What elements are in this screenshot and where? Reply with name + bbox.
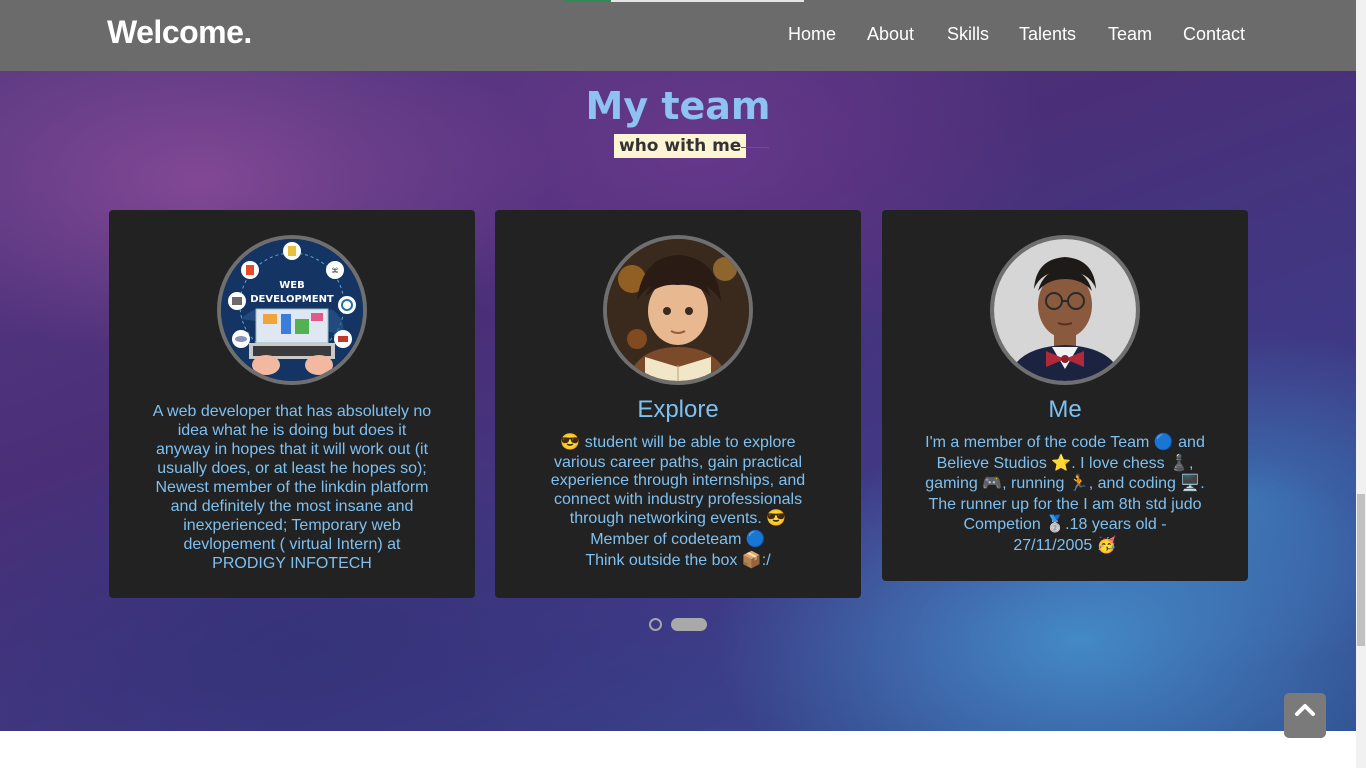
- page-scrollbar[interactable]: [1356, 0, 1366, 768]
- card-line: experience through internships, and: [550, 472, 806, 490]
- card-line: The runner up for the I am 8th std judo: [928, 495, 1202, 513]
- card-line: Member of codeteam 🔵: [590, 530, 766, 548]
- card-line: various career paths, gain practical: [553, 453, 803, 471]
- svg-text:WEB: WEB: [279, 280, 304, 291]
- card-line: through networking events. 😎: [569, 510, 787, 528]
- nav-link-contact[interactable]: Contact: [1183, 24, 1245, 45]
- card-line: Believe Studios ⭐. I love chess ♟️,: [936, 454, 1194, 472]
- card-line: idea what he is doing but does it: [177, 422, 407, 439]
- card-line: Newest member of the linkdin platform: [155, 479, 429, 496]
- carousel-dot-2-active[interactable]: [671, 618, 707, 631]
- scroll-progress-track: [611, 0, 804, 2]
- person-portrait: [994, 239, 1136, 381]
- svg-text:DEVELOPMENT: DEVELOPMENT: [250, 294, 334, 305]
- web-development-illustration: ⌘ WEB DEVELOPMENT: [221, 239, 363, 381]
- card-line: devlopement ( virtual Intern) at: [183, 536, 401, 553]
- navbar: Welcome. Home About Skills Talents Team …: [0, 0, 1356, 71]
- chevron-up-icon: [1295, 704, 1315, 716]
- nav-link-skills[interactable]: Skills: [947, 24, 989, 45]
- nav-link-team[interactable]: Team: [1108, 24, 1152, 45]
- card-line: A web developer that has absolutely no: [152, 403, 432, 420]
- section-subtitle: who with me: [614, 134, 747, 158]
- brand-logo[interactable]: Welcome.: [107, 14, 252, 51]
- next-section-edge: [0, 731, 1356, 768]
- scroll-progress-indicator: [563, 0, 611, 2]
- card-line: 😎 student will be able to explore: [560, 434, 796, 451]
- team-card-web-developer: ⌘ WEB DEVELOPMENT A web developer that h…: [109, 210, 475, 598]
- svg-text:⌘: ⌘: [332, 267, 339, 275]
- card-line: Think outside the box 📦:/: [585, 551, 771, 569]
- web-development-avatar: ⌘ WEB DEVELOPMENT: [217, 235, 367, 385]
- boy-reading-portrait: [607, 239, 749, 381]
- nav-link-talents[interactable]: Talents: [1019, 24, 1076, 45]
- card-line: anyway in hopes that it will work out (i…: [155, 441, 429, 458]
- team-section: My team who with me ⌘ WEB DEVELOPMENT A …: [0, 0, 1356, 731]
- scrollbar-thumb[interactable]: [1357, 494, 1365, 646]
- card-description: 😎 student will be able to explore variou…: [525, 433, 831, 571]
- explore-avatar: [603, 235, 753, 385]
- subtitle-underline: [741, 147, 769, 148]
- card-line: usually does, or at least he hopes so);: [157, 460, 427, 477]
- card-line: I'm a member of the code Team 🔵 and: [925, 434, 1205, 451]
- team-card-explore: Explore 😎 student will be able to explor…: [495, 210, 861, 598]
- card-line: and definitely the most insane and: [170, 498, 414, 515]
- carousel-dot-1[interactable]: [649, 618, 662, 631]
- card-line: inexperienced; Temporary web: [183, 517, 401, 534]
- nav-link-about[interactable]: About: [867, 24, 914, 45]
- section-title: My team: [585, 84, 771, 128]
- card-line: connect with industry professionals: [553, 490, 803, 508]
- nav-link-home[interactable]: Home: [788, 24, 836, 45]
- card-line: PRODIGY INFOTECH: [212, 555, 372, 572]
- card-line: gaming 🎮, running 🏃, and coding 🖥️.: [925, 475, 1205, 493]
- me-avatar: [990, 235, 1140, 385]
- card-title: Me: [1048, 396, 1082, 423]
- card-line: 27/11/2005 🥳: [1013, 536, 1117, 554]
- team-card-me: Me I'm a member of the code Team 🔵 and B…: [882, 210, 1248, 581]
- card-description: A web developer that has absolutely no i…: [139, 402, 445, 573]
- card-title: Explore: [637, 396, 719, 423]
- back-to-top-button[interactable]: [1284, 693, 1326, 738]
- card-line: Competion 🥈.18 years old -: [963, 516, 1167, 534]
- card-description: I'm a member of the code Team 🔵 and Beli…: [912, 433, 1218, 557]
